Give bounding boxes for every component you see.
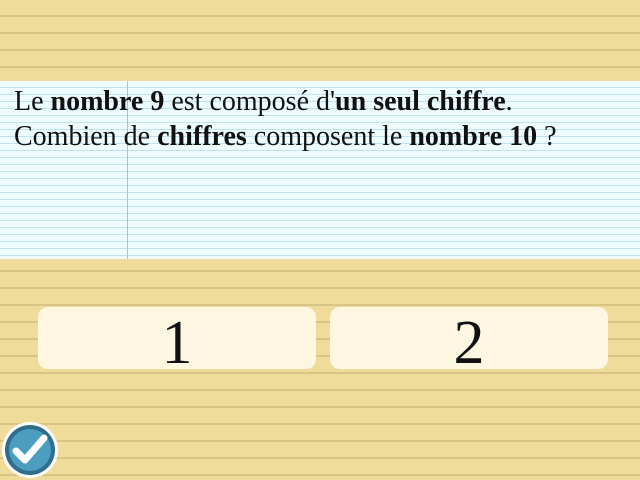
answer-label: 1 [161, 309, 193, 377]
question-text: Le nombre 9 est composé d'un seul chiffr… [14, 84, 614, 154]
question-segment: composent le [246, 121, 410, 152]
validate-button[interactable] [1, 421, 59, 479]
question-card: Le nombre 9 est composé d'un seul chiffr… [0, 81, 640, 259]
answer-button-2[interactable]: 2 [330, 307, 608, 374]
question-segment-bold: nombre 10 [409, 121, 538, 152]
question-segment: est composé d' [164, 86, 336, 117]
question-segment: Le [14, 86, 51, 117]
answer-label: 2 [453, 309, 485, 377]
question-segment-bold: chiffres [157, 121, 247, 152]
question-segment: ? [537, 121, 557, 152]
question-segment-bold: nombre 9 [50, 86, 165, 117]
answer-button-1[interactable]: 1 [38, 307, 316, 374]
question-segment-bold: un seul chiffre [335, 86, 506, 117]
checkmark-icon [2, 422, 58, 478]
